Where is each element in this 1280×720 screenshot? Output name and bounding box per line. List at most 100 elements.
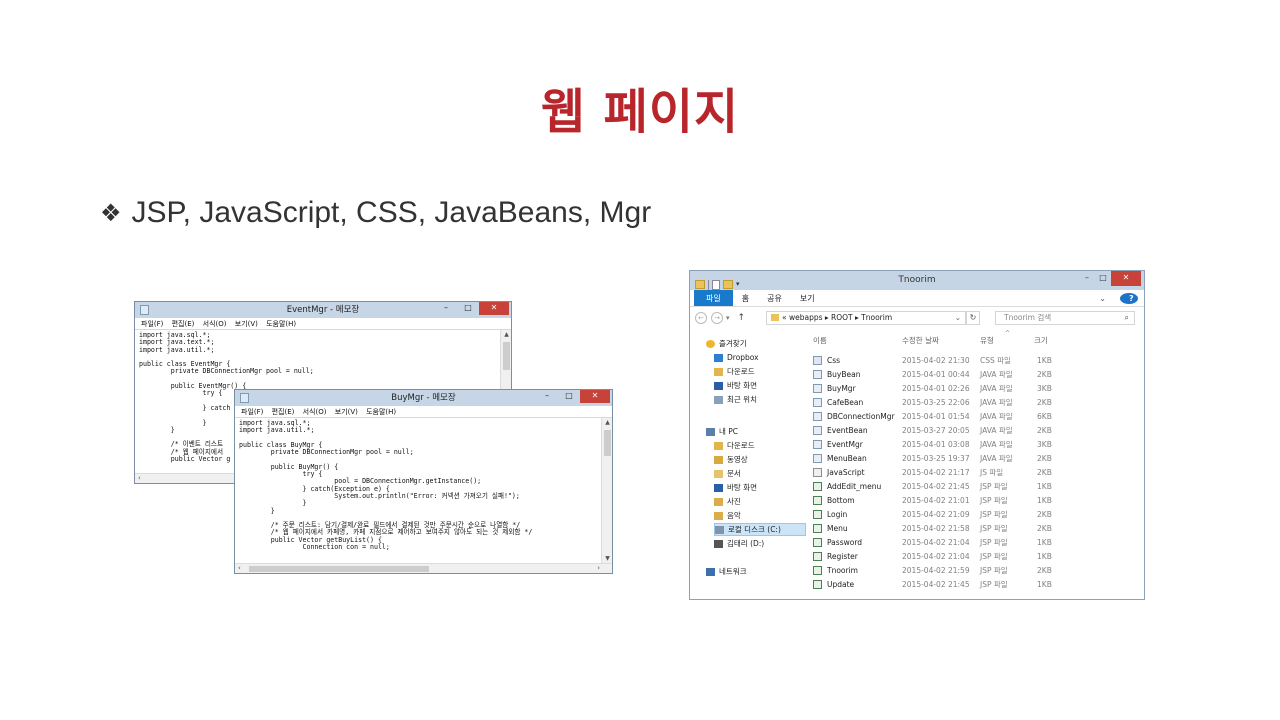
nav-item[interactable]: 문서 [714, 467, 741, 480]
close-button[interactable]: ✕ [479, 302, 509, 315]
scroll-left-arrow-icon[interactable]: ‹ [238, 564, 241, 573]
buy-notepad-titlebar[interactable]: BuyMgr - 메모장 – □ ✕ [235, 390, 612, 406]
code-line: } [239, 506, 275, 515]
tab-file[interactable]: 파일 [694, 290, 733, 306]
minimize-button[interactable]: – [1079, 271, 1095, 286]
file-row[interactable]: BuyBean 2015-04-01 00:44 JAVA 파일 2KB [808, 368, 1144, 381]
file-row[interactable]: AddEdit_menu 2015-04-02 21:45 JSP 파일 1KB [808, 480, 1144, 493]
nav-item[interactable]: 최근 위치 [714, 393, 757, 406]
file-row[interactable]: EventBean 2015-03-27 20:05 JAVA 파일 2KB [808, 424, 1144, 437]
tab-view[interactable]: 보기 [791, 290, 824, 306]
menu-help[interactable]: 도움말(H) [366, 408, 396, 416]
file-row[interactable]: BuyMgr 2015-04-01 02:26 JAVA 파일 3KB [808, 382, 1144, 395]
nav-item[interactable]: Dropbox [714, 351, 759, 364]
jsp-file-icon [813, 524, 822, 533]
java-file-icon [813, 440, 822, 449]
file-name: EventBean [827, 426, 868, 435]
column-name[interactable]: 이름 [813, 335, 827, 346]
file-row[interactable]: MenuBean 2015-03-25 19:37 JAVA 파일 2KB [808, 452, 1144, 465]
computer-icon [706, 427, 715, 436]
file-row[interactable]: CafeBean 2015-03-25 22:06 JAVA 파일 2KB [808, 396, 1144, 409]
scroll-up-arrow-icon[interactable]: ▲ [501, 331, 511, 338]
file-row[interactable]: Login 2015-04-02 21:09 JSP 파일 2KB [808, 508, 1144, 521]
file-row[interactable]: Bottom 2015-04-02 21:01 JSP 파일 1KB [808, 494, 1144, 507]
menu-format[interactable]: 서식(O) [203, 320, 227, 328]
file-name: BuyMgr [827, 384, 856, 393]
tab-share[interactable]: 공유 [758, 290, 791, 306]
file-row[interactable]: EventMgr 2015-04-01 03:08 JAVA 파일 3KB [808, 438, 1144, 451]
file-date: 2015-04-02 21:01 [902, 496, 970, 505]
nav-item[interactable]: 동영상 [714, 453, 748, 466]
menu-file[interactable]: 파일(F) [141, 320, 163, 328]
nav-item[interactable]: 다운로드 [714, 365, 755, 378]
menu-view[interactable]: 보기(V) [235, 320, 258, 328]
file-row[interactable]: Menu 2015-04-02 21:58 JSP 파일 2KB [808, 522, 1144, 535]
properties-icon[interactable] [712, 279, 720, 290]
nav-item[interactable]: 바탕 화면 [714, 379, 757, 392]
nav-item[interactable]: 내 PC [706, 425, 738, 438]
maximize-button[interactable]: □ [1095, 271, 1111, 286]
nav-item[interactable]: 네트워크 [706, 565, 747, 578]
expand-ribbon-chevron-icon[interactable]: ⌄ [1090, 290, 1115, 307]
file-row[interactable]: Update 2015-04-02 21:45 JSP 파일 1KB [808, 578, 1144, 591]
column-type[interactable]: 유형 [980, 335, 994, 346]
maximize-button[interactable]: □ [457, 302, 479, 315]
up-arrow-icon[interactable]: ↑ [738, 313, 746, 323]
file-size: 1KB [1037, 552, 1052, 561]
menu-format[interactable]: 서식(O) [303, 408, 327, 416]
scroll-left-arrow-icon[interactable]: ‹ [138, 474, 141, 483]
forward-arrow-icon[interactable]: → [711, 312, 723, 324]
column-date[interactable]: 수정한 날짜 [902, 335, 939, 346]
help-icon[interactable]: ? [1120, 293, 1138, 304]
file-row[interactable]: JavaScript 2015-04-02 21:17 JS 파일 2KB [808, 466, 1144, 479]
scroll-thumb[interactable] [503, 342, 510, 370]
nav-item[interactable]: 다운로드 [714, 439, 755, 452]
nav-item[interactable]: 즐겨찾기 [706, 337, 747, 350]
nav-item[interactable]: 김태리 (D:) [714, 537, 764, 550]
minimize-button[interactable]: – [435, 302, 457, 315]
address-box[interactable]: « webapps ▸ ROOT ▸ Tnoorim ⌄ [766, 311, 966, 325]
nav-item[interactable]: 음악 [714, 509, 741, 522]
menu-edit[interactable]: 편집(E) [172, 320, 195, 328]
close-button[interactable]: ✕ [1111, 271, 1141, 286]
file-row[interactable]: Password 2015-04-02 21:04 JSP 파일 1KB [808, 536, 1144, 549]
search-input[interactable]: Tnoorim 검색 ⌕ [995, 311, 1135, 325]
scroll-thumb[interactable] [604, 430, 611, 456]
scroll-up-arrow-icon[interactable]: ▲ [602, 419, 612, 426]
file-type: JSP 파일 [980, 580, 1008, 589]
file-type: JSP 파일 [980, 538, 1008, 547]
nav-item[interactable]: 사진 [714, 495, 741, 508]
event-notepad-title: EventMgr - 메모장 [286, 305, 360, 315]
file-row[interactable]: DBConnectionMgr 2015-04-01 01:54 JAVA 파일 6K… [808, 410, 1144, 423]
close-button[interactable]: ✕ [580, 390, 610, 403]
column-size[interactable]: 크기 [1034, 335, 1048, 346]
address-dropdown-icon[interactable]: ⌄ [955, 312, 961, 324]
tab-home[interactable]: 홈 [733, 290, 758, 306]
file-row[interactable]: Register 2015-04-02 21:04 JSP 파일 1KB [808, 550, 1144, 563]
explorer-titlebar[interactable]: ▾ Tnoorim – □ ✕ [690, 271, 1144, 290]
buy-notepad-text-area[interactable]: import java.sql.*; import java.util.*; pub… [235, 418, 612, 573]
menu-file[interactable]: 파일(F) [241, 408, 263, 416]
event-notepad-titlebar[interactable]: EventMgr - 메모장 – □ ✕ [135, 302, 511, 318]
menu-help[interactable]: 도움말(H) [266, 320, 296, 328]
nav-item[interactable]: 로컬 디스크 (C:) [714, 523, 806, 536]
recent-locations-chevron-icon[interactable]: ▾ [726, 314, 730, 322]
menu-edit[interactable]: 편집(E) [272, 408, 295, 416]
vertical-scrollbar[interactable]: ▲ ▼ [601, 418, 612, 563]
search-icon[interactable]: ⌕ [1125, 312, 1129, 324]
minimize-button[interactable]: – [536, 390, 558, 403]
nav-item[interactable]: 바탕 화면 [714, 481, 757, 494]
maximize-button[interactable]: □ [558, 390, 580, 403]
new-folder-icon[interactable] [723, 280, 733, 289]
scroll-down-arrow-icon[interactable]: ▼ [602, 555, 612, 562]
scroll-thumb[interactable] [249, 566, 429, 572]
scroll-right-arrow-icon[interactable]: › [597, 564, 600, 573]
back-arrow-icon[interactable]: ← [695, 312, 707, 324]
menu-view[interactable]: 보기(V) [335, 408, 358, 416]
buy-notepad-window[interactable]: BuyMgr - 메모장 – □ ✕ 파일(F) 편집(E) 서식(O) 보기(… [234, 389, 613, 574]
file-explorer-window[interactable]: ▾ Tnoorim – □ ✕ 파일 홈 공유 보기 ⌄ ? ← → ▾ ↑ «… [689, 270, 1145, 600]
file-row[interactable]: Tnoorim 2015-04-02 21:59 JSP 파일 2KB [808, 564, 1144, 577]
file-row[interactable]: Css 2015-04-02 21:30 CSS 파일 1KB [808, 354, 1144, 367]
horizontal-scrollbar[interactable]: ‹ › [235, 563, 612, 573]
refresh-icon[interactable]: ↻ [966, 311, 980, 325]
